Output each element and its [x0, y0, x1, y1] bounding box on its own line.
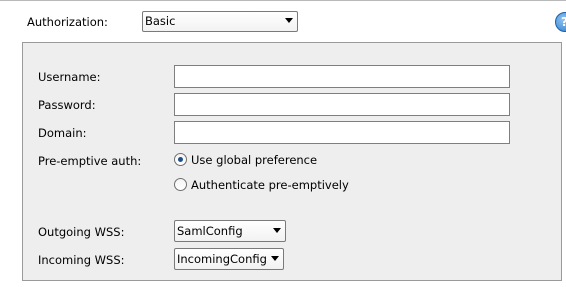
chevron-down-icon — [271, 256, 279, 261]
outgoing-wss-select[interactable]: SamlConfig — [174, 220, 286, 242]
password-input[interactable] — [174, 93, 510, 116]
domain-input[interactable] — [174, 121, 510, 144]
preemptive-auth-label: Pre-emptive auth: — [38, 154, 142, 168]
username-input[interactable] — [174, 65, 510, 88]
authorization-select-value: Basic — [145, 14, 176, 28]
outgoing-wss-value: SamlConfig — [177, 224, 243, 238]
authenticate-preemptively-radio[interactable] — [174, 178, 187, 191]
radio-selected-dot — [178, 157, 183, 162]
top-divider — [0, 0, 566, 1]
incoming-wss-value: IncomingConfig — [177, 252, 267, 266]
password-label: Password: — [38, 98, 96, 112]
use-global-preference-radio[interactable] — [174, 153, 187, 166]
outgoing-wss-label: Outgoing WSS: — [38, 225, 125, 239]
authorization-label: Authorization: — [27, 15, 108, 29]
authenticate-preemptively-label[interactable]: Authenticate pre-emptively — [191, 177, 349, 193]
chevron-down-icon — [273, 228, 281, 233]
username-label: Username: — [38, 70, 101, 84]
help-icon[interactable]: ? — [555, 12, 566, 32]
incoming-wss-select[interactable]: IncomingConfig — [174, 248, 284, 270]
authorization-panel: Authorization: Basic ? Username: Passwor… — [0, 0, 566, 287]
domain-label: Domain: — [38, 126, 87, 140]
incoming-wss-label: Incoming WSS: — [38, 253, 125, 267]
authorization-select[interactable]: Basic — [142, 11, 298, 32]
chevron-down-icon — [285, 18, 293, 23]
use-global-preference-label[interactable]: Use global preference — [191, 152, 317, 168]
